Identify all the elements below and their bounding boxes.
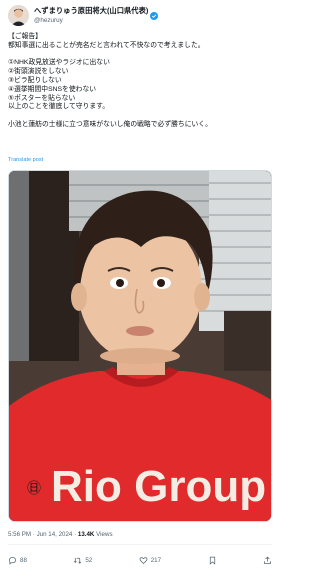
handle[interactable]: @hezuruy bbox=[34, 17, 63, 24]
reply-button[interactable]: 88 bbox=[8, 556, 27, 565]
tweet-photo[interactable]: ㊐ Rio Group bbox=[8, 170, 272, 522]
like-count: 217 bbox=[150, 556, 162, 564]
photo-illustration: ㊐ Rio Group bbox=[9, 171, 271, 521]
avatar[interactable] bbox=[8, 5, 29, 26]
tweet-date[interactable]: Jun 14, 2024 bbox=[37, 531, 73, 538]
action-bar: 88 52 217 bbox=[8, 553, 272, 567]
share-icon bbox=[264, 556, 271, 564]
tweet-line: ④選挙期間中SNSを使わない bbox=[8, 85, 97, 93]
repost-button[interactable]: 52 bbox=[73, 556, 92, 565]
tweet-line: 小池と蓮舫の士様に立つ意味がないし俺の戦略で必ず勝ちにいく。 bbox=[8, 120, 212, 128]
tweet-line: ③ビラ配りしない bbox=[8, 76, 62, 84]
views-label: Views bbox=[96, 531, 113, 538]
tweet-header: へずまりゅう原田将大(山口県代表) @hezuruy bbox=[8, 5, 272, 29]
translate-post-link[interactable]: Translate post bbox=[8, 157, 43, 163]
meta-separator: · bbox=[32, 531, 35, 538]
tweet-line: ②街頭演説をしない bbox=[8, 68, 69, 76]
divider bbox=[8, 544, 272, 545]
shirt-emblem: ㊐ bbox=[27, 480, 41, 496]
tweet-time[interactable]: 5:56 PM bbox=[8, 531, 31, 538]
heart-icon bbox=[139, 556, 148, 564]
reply-count: 88 bbox=[20, 556, 27, 564]
repost-count: 52 bbox=[85, 556, 93, 564]
reply-icon bbox=[9, 556, 16, 565]
repost-icon bbox=[74, 557, 82, 564]
tweet-line: 【ご報告】 bbox=[8, 33, 42, 40]
tweet-text: 【ご報告】 都知事選に出ることが売名だと言われて不快なので考えました。 ①NHK… bbox=[8, 33, 272, 130]
tweet-line: 都知事選に出ることが売名だと言われて不快なので考えました。 bbox=[8, 41, 205, 49]
display-name[interactable]: へずまりゅう原田将大(山口県代表) bbox=[34, 6, 148, 16]
view-count: 13.4K bbox=[77, 531, 95, 538]
bookmark-button[interactable] bbox=[208, 556, 217, 565]
tweet-line: 以上のことを徹底して守ります。 bbox=[8, 103, 110, 111]
like-button[interactable]: 217 bbox=[139, 556, 161, 565]
shirt-logo-text: Rio Group bbox=[51, 462, 266, 511]
verified-badge-icon bbox=[150, 7, 159, 20]
share-button[interactable] bbox=[263, 556, 272, 565]
tweet-line: ①NHK政見放送やラジオに出ない bbox=[8, 59, 110, 67]
tweet-meta: 5:56 PM · Jun 14, 2024 · 13.4K Views bbox=[8, 531, 113, 538]
meta-separator: · bbox=[74, 531, 77, 538]
bookmark-icon bbox=[209, 556, 215, 565]
